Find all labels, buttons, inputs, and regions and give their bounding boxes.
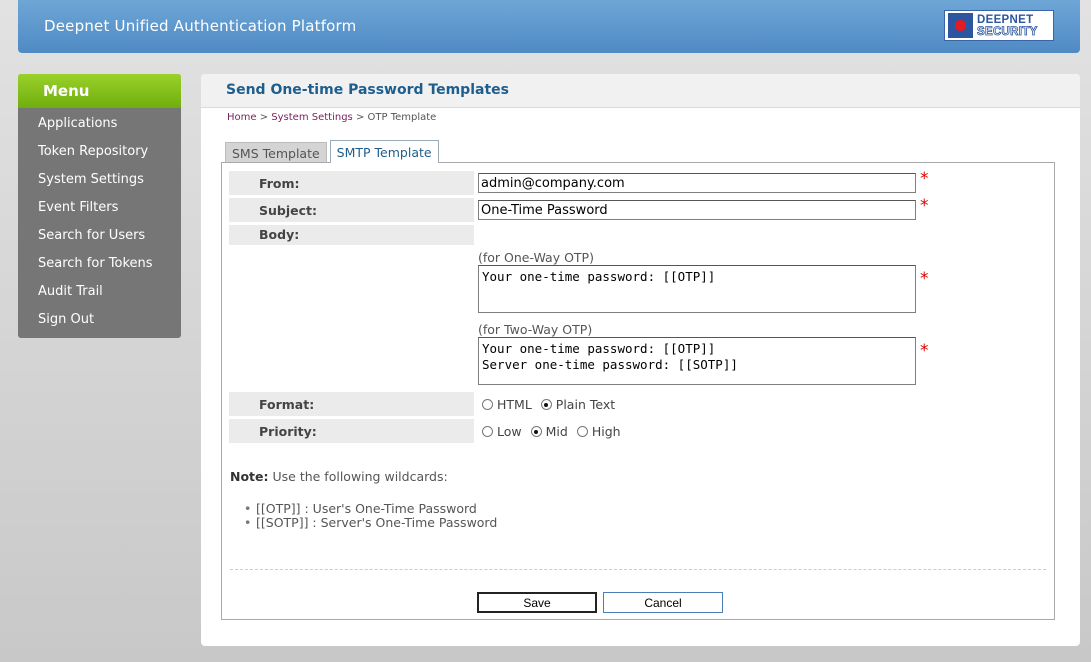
- breadcrumb-separator: >: [256, 112, 272, 123]
- cancel-button[interactable]: Cancel: [603, 592, 723, 613]
- two-way-required-mark: *: [920, 341, 929, 361]
- breadcrumb-current: OTP Template: [367, 112, 437, 123]
- priority-low-radio[interactable]: [482, 426, 493, 437]
- breadcrumb-home-link[interactable]: Home: [227, 112, 257, 123]
- breadcrumb-separator: >: [352, 112, 368, 123]
- tab-sms-template[interactable]: SMS Template: [225, 142, 327, 163]
- from-field[interactable]: [478, 173, 916, 193]
- panel-header: Send One-time Password Templates: [201, 74, 1080, 108]
- menu-item-token-repository[interactable]: Token Repository: [18, 137, 181, 165]
- menu-item-search-users[interactable]: Search for Users: [18, 221, 181, 249]
- one-way-otp-hint: (for One-Way OTP): [478, 250, 594, 265]
- format-html-radio[interactable]: [482, 399, 493, 410]
- priority-label: Priority:: [229, 419, 474, 443]
- sidebar-menu: Menu Applications Token Repository Syste…: [18, 74, 181, 338]
- format-html-label[interactable]: HTML: [497, 397, 532, 412]
- from-label: From:: [229, 171, 474, 195]
- format-plain-text-label[interactable]: Plain Text: [556, 397, 615, 412]
- logo-mark-icon: [948, 13, 973, 38]
- body-label: Body:: [229, 225, 474, 245]
- wildcards-note: Note: Use the following wildcards:: [230, 469, 448, 484]
- priority-high-radio[interactable]: [576, 426, 588, 437]
- page-title: Send One-time Password Templates: [226, 82, 509, 98]
- logo-text-line2: SECURITY: [977, 25, 1038, 38]
- subject-label: Subject:: [229, 198, 474, 222]
- breadcrumb-system-settings-link[interactable]: System Settings: [271, 112, 352, 123]
- menu-title: Menu: [18, 74, 181, 108]
- tab-smtp-template[interactable]: SMTP Template: [329, 140, 439, 163]
- priority-mid-label[interactable]: Mid: [546, 424, 568, 439]
- two-way-otp-body-textarea[interactable]: Your one-time password: [[OTP]] Server o…: [478, 337, 916, 385]
- content-panel: Send One-time Password Templates Home > …: [201, 74, 1080, 646]
- priority-high-label[interactable]: High: [592, 424, 621, 439]
- deepnet-logo: DEEPNET SECURITY: [944, 10, 1054, 41]
- app-header: Deepnet Unified Authentication Platform …: [18, 0, 1080, 53]
- menu-item-sign-out[interactable]: Sign Out: [18, 305, 181, 333]
- format-label: Format:: [229, 392, 474, 416]
- app-title: Deepnet Unified Authentication Platform: [44, 17, 357, 35]
- priority-radio-group: Low Mid High: [482, 424, 630, 439]
- menu-item-system-settings[interactable]: System Settings: [18, 165, 181, 193]
- menu-item-audit-trail[interactable]: Audit Trail: [18, 277, 181, 305]
- menu-item-search-tokens[interactable]: Search for Tokens: [18, 249, 181, 277]
- menu-item-applications[interactable]: Applications: [18, 109, 181, 137]
- breadcrumb: Home > System Settings > OTP Template: [227, 112, 436, 123]
- wildcard-item-sotp: [[SOTP]] : Server's One-Time Password: [244, 515, 497, 530]
- format-radio-group: HTML Plain Text: [482, 397, 624, 412]
- subject-field[interactable]: [478, 200, 916, 220]
- wildcard-item-otp: [[OTP]] : User's One-Time Password: [244, 501, 477, 516]
- one-way-otp-body-textarea[interactable]: Your one-time password: [[OTP]]: [478, 265, 916, 313]
- two-way-otp-hint: (for Two-Way OTP): [478, 322, 593, 337]
- one-way-required-mark: *: [920, 269, 929, 289]
- smtp-template-form: From: * Subject: * Body: (for One-Way OT…: [221, 162, 1055, 620]
- logo-text-line1: DEEPNET: [977, 13, 1034, 26]
- priority-low-label[interactable]: Low: [497, 424, 522, 439]
- form-divider: [230, 569, 1046, 570]
- note-label: Note:: [230, 469, 269, 484]
- note-text: Use the following wildcards:: [268, 469, 448, 484]
- from-required-mark: *: [920, 169, 929, 189]
- format-plain-text-radio[interactable]: [540, 399, 552, 410]
- subject-required-mark: *: [920, 196, 929, 216]
- save-button[interactable]: Save: [477, 592, 597, 613]
- template-tabs: SMS Template SMTP Template: [225, 140, 442, 163]
- menu-item-event-filters[interactable]: Event Filters: [18, 193, 181, 221]
- priority-mid-radio[interactable]: [530, 426, 542, 437]
